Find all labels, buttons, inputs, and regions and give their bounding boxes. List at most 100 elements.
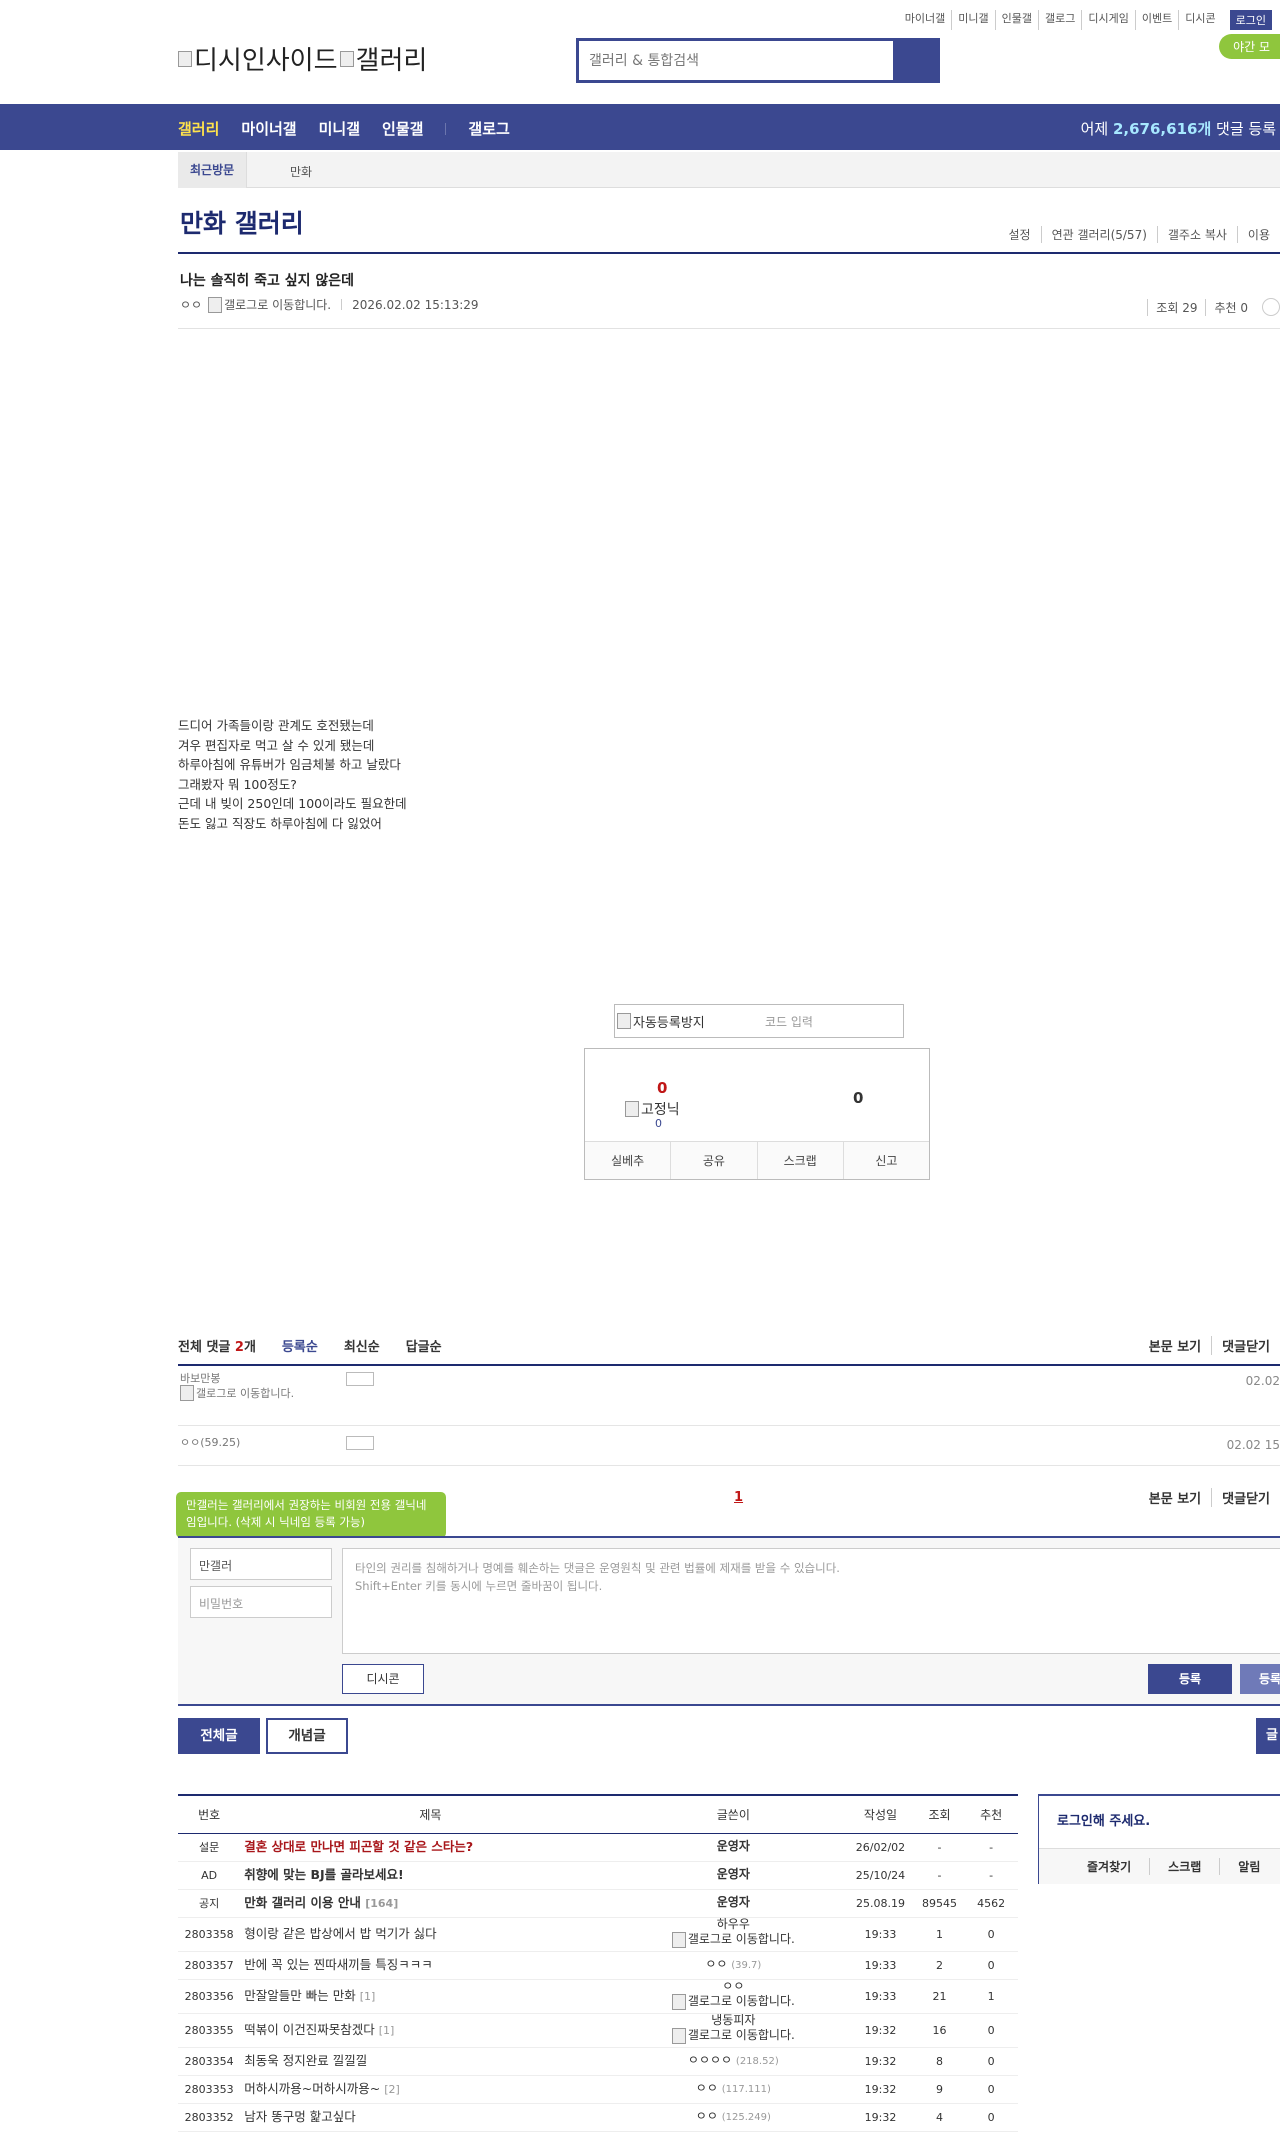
top-link-minor[interactable]: 마이너갤: [899, 10, 951, 30]
nickname-input[interactable]: 만갤러: [190, 1548, 332, 1580]
post-writer[interactable]: ㅇㅇ (125.249): [620, 2103, 847, 2132]
post-title-cell[interactable]: 취향에 맞는 BJ를 골라보세요!: [240, 1861, 621, 1890]
post-author[interactable]: ㅇㅇ: [180, 296, 202, 313]
scrap-button[interactable]: 스크랩: [756, 1142, 843, 1179]
post-title-cell[interactable]: 만잘알들만 빠는 만화 [1]: [240, 1979, 621, 2014]
write-post-button[interactable]: 글: [1256, 1718, 1280, 1754]
post-row[interactable]: 2803353 머하시까용~머하시까용~ [2] ㅇㅇ (117.111) 19:32…: [178, 2075, 1018, 2104]
gallog-link[interactable]: 갤로그로 이동합니다.: [671, 1993, 795, 2010]
search-button[interactable]: [893, 41, 937, 80]
password-input[interactable]: 비밀번호: [190, 1586, 332, 1618]
recent-visit-item[interactable]: 만화: [290, 163, 312, 180]
post-writer[interactable]: ㅇㅇㅇㅇ (218.52): [620, 2047, 847, 2076]
post-title-cell[interactable]: 떡볶이 이건진짜못참겠다 [1]: [240, 2013, 621, 2048]
post-title-link[interactable]: 형이랑 같은 밥상에서 밥 먹기가 싫다: [244, 1926, 436, 1941]
notification-link[interactable]: 알림: [1219, 1858, 1278, 1875]
close-comments-button[interactable]: 댓글닫기: [1211, 1488, 1280, 1507]
comment-page-1[interactable]: 1: [734, 1490, 743, 1505]
post-title-link[interactable]: 머하시까용~머하시까용~: [244, 2081, 380, 2096]
post-title-cell[interactable]: 만화 갤러리 이용 안내 [164]: [240, 1889, 621, 1918]
report-button[interactable]: 신고: [842, 1142, 929, 1179]
top-link-game[interactable]: 디시게임: [1081, 10, 1134, 30]
comment-nick[interactable]: 바보만봉 갤로그로 이동합니다.: [180, 1372, 320, 1404]
upvote-count[interactable]: 0: [657, 1079, 667, 1097]
gallery-settings-link[interactable]: 설정: [998, 226, 1040, 243]
post-row[interactable]: 2803358 형이랑 같은 밥상에서 밥 먹기가 싫다 하우우 갤로그로 이동합…: [178, 1917, 1018, 1952]
post-title-cell[interactable]: 최동욱 정지완료 낄낄낄: [240, 2047, 621, 2076]
gallog-link[interactable]: 갤로그로 이동합니다.: [180, 1385, 294, 1401]
gallog-link[interactable]: 갤로그로 이동합니다.: [208, 296, 331, 313]
night-mode-button[interactable]: 야간 모: [1219, 34, 1280, 59]
scrap-link[interactable]: 스크랩: [1149, 1858, 1219, 1875]
post-title-link[interactable]: 떡볶이 이건진짜못참겠다: [244, 2022, 374, 2037]
post-row[interactable]: 2803354 최동욱 정지완료 낄낄낄 ㅇㅇㅇㅇ (218.52) 19:32 8 0: [178, 2047, 1018, 2076]
post-title-cell[interactable]: 반에 꼭 있는 찐따새끼들 특징ㅋㅋㅋ: [240, 1951, 621, 1980]
post-writer[interactable]: ㅇㅇ 갤로그로 이동합니다.: [620, 1979, 847, 2014]
post-title-cell[interactable]: 형이랑 같은 밥상에서 밥 먹기가 싫다: [240, 1917, 621, 1952]
post-writer[interactable]: 운영자: [620, 1833, 847, 1862]
sort-replies[interactable]: 답글순: [406, 1336, 442, 1355]
view-body-button[interactable]: 본문 보기: [1139, 1488, 1211, 1507]
recent-visit-label[interactable]: 최근방문: [178, 152, 248, 188]
comment-textarea[interactable]: 타인의 권리를 침해하거나 명예를 훼손하는 댓글은 운영원칙 및 관련 법률에…: [342, 1548, 1280, 1654]
search-input[interactable]: [579, 41, 879, 80]
gallog-link[interactable]: 갤로그로 이동합니다.: [671, 1931, 795, 1948]
post-title-link[interactable]: 취향에 맞는 BJ를 골라보세요!: [244, 1867, 403, 1882]
post-title-cell[interactable]: 결혼 상대로 만나면 피곤할 것 같은 스타는?: [240, 1833, 621, 1862]
post-writer[interactable]: ㅇㅇ (117.111): [620, 2075, 847, 2104]
related-gallery-link[interactable]: 연관 갤러리(5/57): [1040, 226, 1157, 243]
nav-gallery[interactable]: 갤러리: [178, 118, 219, 139]
usage-link[interactable]: 이용: [1236, 226, 1280, 243]
post-title-link[interactable]: 만잘알들만 빠는 만화: [244, 1988, 355, 2003]
dccon-button[interactable]: 디시콘: [342, 1664, 424, 1694]
view-body-button[interactable]: 본문 보기: [1139, 1336, 1211, 1355]
favorites-link[interactable]: 즐겨찾기: [1039, 1858, 1149, 1875]
post-title-link[interactable]: 결혼 상대로 만나면 피곤할 것 같은 스타는?: [244, 1839, 473, 1854]
nav-person[interactable]: 인물갤: [382, 118, 423, 139]
share-button[interactable]: 공유: [670, 1142, 756, 1179]
site-logo[interactable]: 디시인사이드 갤러리: [178, 40, 427, 77]
nav-minor[interactable]: 마이너갤: [241, 118, 296, 139]
more-icon[interactable]: [1262, 298, 1280, 316]
post-writer[interactable]: 운영자: [620, 1861, 847, 1890]
submit-recommend-button[interactable]: 등록: [1240, 1664, 1280, 1694]
post-writer[interactable]: 운영자: [620, 1889, 847, 1918]
post-title-cell[interactable]: 머하시까용~머하시까용~ [2]: [240, 2075, 621, 2104]
sort-latest[interactable]: 최신순: [344, 1336, 380, 1355]
top-link-dccon[interactable]: 디시콘: [1178, 10, 1221, 30]
copy-address-link[interactable]: 갤주소 복사: [1156, 226, 1237, 243]
nav-mini[interactable]: 미니갤: [319, 118, 360, 139]
post-writer[interactable]: ㅇㅇ (39.7): [620, 1951, 847, 1980]
submit-button[interactable]: 등록: [1148, 1664, 1232, 1694]
post-title-link[interactable]: 최동욱 정지완료 낄낄낄: [244, 2053, 367, 2068]
downvote-count[interactable]: 0: [853, 1089, 863, 1107]
top-link-event[interactable]: 이벤트: [1134, 10, 1178, 30]
best-button[interactable]: 실베추: [585, 1142, 670, 1179]
post-row[interactable]: AD 취향에 맞는 BJ를 골라보세요! 운영자 25/10/24- -: [178, 1861, 1018, 1890]
post-row[interactable]: 2803357 반에 꼭 있는 찐따새끼들 특징ㅋㅋㅋ ㅇㅇ (39.7) 19:3…: [178, 1951, 1018, 1980]
post-title-cell[interactable]: 남자 똥구멍 핥고싶다: [240, 2103, 621, 2132]
tab-all-posts[interactable]: 전체글: [178, 1718, 260, 1754]
post-row[interactable]: 설문 결혼 상대로 만나면 피곤할 것 같은 스타는? 운영자 26/02/02-…: [178, 1833, 1018, 1862]
gallery-title[interactable]: 만화 갤러리: [180, 204, 304, 240]
post-title-link[interactable]: 반에 꼭 있는 찐따새끼들 특징ㅋㅋㅋ: [244, 1957, 432, 1972]
post-title-link[interactable]: 만화 갤러리 이용 안내: [244, 1895, 361, 1910]
post-row[interactable]: 2803355 떡볶이 이건진짜못참겠다 [1] 냉동피자 갤로그로 이동합니다. 1…: [178, 2013, 1018, 2048]
top-link-mini[interactable]: 미니갤: [951, 10, 994, 30]
captcha-input[interactable]: 코드 입력: [765, 1013, 813, 1030]
nav-gallog[interactable]: 갤로그: [468, 118, 509, 139]
top-link-person[interactable]: 인물갤: [994, 10, 1038, 30]
post-title-link[interactable]: 남자 똥구멍 핥고싶다: [244, 2109, 355, 2124]
sort-registered[interactable]: 등록순: [282, 1336, 318, 1355]
post-writer[interactable]: 냉동피자 갤로그로 이동합니다.: [620, 2013, 847, 2048]
post-writer[interactable]: 하우우 갤로그로 이동합니다.: [620, 1917, 847, 1952]
post-row[interactable]: 2803352 남자 똥구멍 핥고싶다 ㅇㅇ (125.249) 19:32 4 0: [178, 2103, 1018, 2132]
gallog-link[interactable]: 갤로그로 이동합니다.: [671, 2027, 795, 2044]
comment-nick[interactable]: ㅇㅇ(59.25): [180, 1436, 320, 1449]
close-comments-button[interactable]: 댓글닫기: [1211, 1336, 1280, 1355]
tab-concept-posts[interactable]: 개념글: [266, 1718, 348, 1754]
top-link-gallog[interactable]: 갤로그: [1038, 10, 1081, 30]
login-prompt[interactable]: 로그인해 주세요.: [1057, 1810, 1150, 1829]
post-row[interactable]: 공지 만화 갤러리 이용 안내 [164] 운영자 25.08.19 89545 456…: [178, 1889, 1018, 1918]
post-row[interactable]: 2803356 만잘알들만 빠는 만화 [1] ㅇㅇ 갤로그로 이동합니다. 19:3…: [178, 1979, 1018, 2014]
